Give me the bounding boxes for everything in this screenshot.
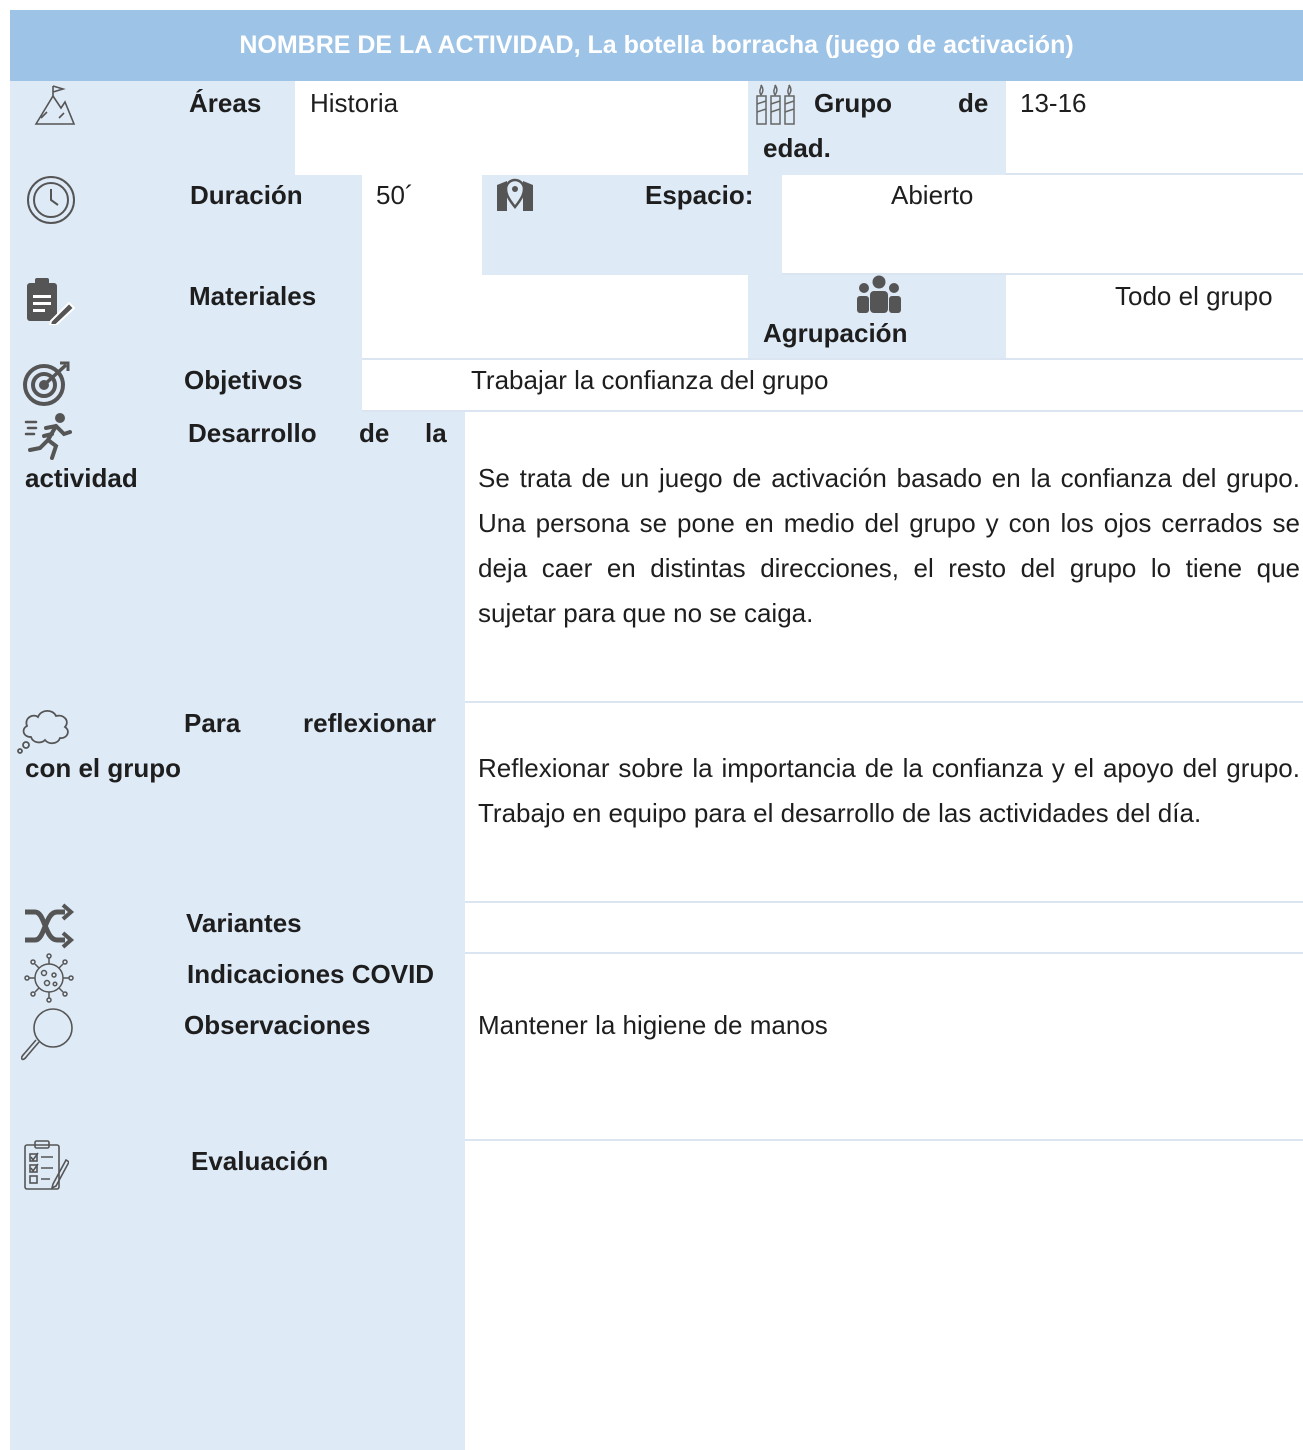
mountain-flag-icon (33, 84, 77, 128)
observaciones-value: Mantener la higiene de manos (478, 1010, 828, 1040)
espacio-value: Abierto (891, 180, 974, 210)
materiales-label: Materiales (189, 281, 317, 311)
agrupacion-label: Agrupación (763, 318, 908, 348)
duracion-label: Duración (190, 180, 303, 210)
objetivos-value: Trabajar la confianza del grupo (471, 365, 829, 395)
row-divider (465, 901, 1303, 903)
row-divider (1006, 173, 1303, 175)
running-person-icon (24, 412, 74, 460)
agrupacion-value: Todo el grupo (1115, 281, 1273, 311)
desarrollo-label: de (359, 418, 390, 448)
map-pin-icon (495, 177, 535, 213)
observaciones-label: Observaciones (184, 1010, 371, 1040)
desarrollo-text: Se trata de un juego de activación basad… (478, 463, 1300, 628)
virus-icon (23, 953, 75, 1003)
areas-value: Historia (310, 88, 399, 118)
variantes-label: Variantes (186, 908, 302, 938)
activity-title: NOMBRE DE LA ACTIVIDAD, La botella borra… (239, 31, 1074, 59)
activity-title-bar: NOMBRE DE LA ACTIVIDAD, La botella borra… (10, 10, 1303, 81)
desarrollo-label: Desarrollo (188, 418, 317, 448)
duracion-value: 50´ (376, 180, 414, 210)
reflexionar-text: Reflexionar sobre la importancia de la c… (478, 753, 1300, 828)
areas-label: Áreas (189, 88, 262, 118)
covid-label: Indicaciones COVID (187, 959, 435, 989)
reflexionar-label: con el grupo (25, 753, 181, 783)
row-divider (465, 952, 1303, 954)
evaluacion-label: Evaluación (191, 1146, 329, 1176)
checklist-icon (23, 1140, 69, 1192)
desarrollo-label: la (425, 418, 447, 448)
espacio-label: Espacio: (645, 180, 754, 210)
objetivos-label: Objetivos (184, 365, 303, 395)
shuffle-icon (23, 903, 75, 949)
grupo-edad-label: edad. (763, 133, 831, 163)
grupo-edad-label: de (958, 88, 989, 118)
grupo-edad-label: Grupo (814, 88, 892, 118)
magnifier-icon (21, 1006, 75, 1062)
clock-icon (25, 174, 77, 226)
desarrollo-label: actividad (25, 463, 138, 493)
row-divider (465, 1139, 1303, 1141)
grupo-edad-value: 13-16 (1020, 88, 1087, 118)
candles-icon (754, 84, 798, 126)
row-divider (465, 701, 1303, 703)
target-icon (22, 361, 72, 407)
reflexionar-label: reflexionar (303, 708, 436, 738)
clipboard-pen-icon (25, 277, 75, 325)
group-people-icon (856, 275, 902, 313)
row-divider (362, 410, 1303, 412)
reflexionar-label: Para (184, 708, 241, 738)
